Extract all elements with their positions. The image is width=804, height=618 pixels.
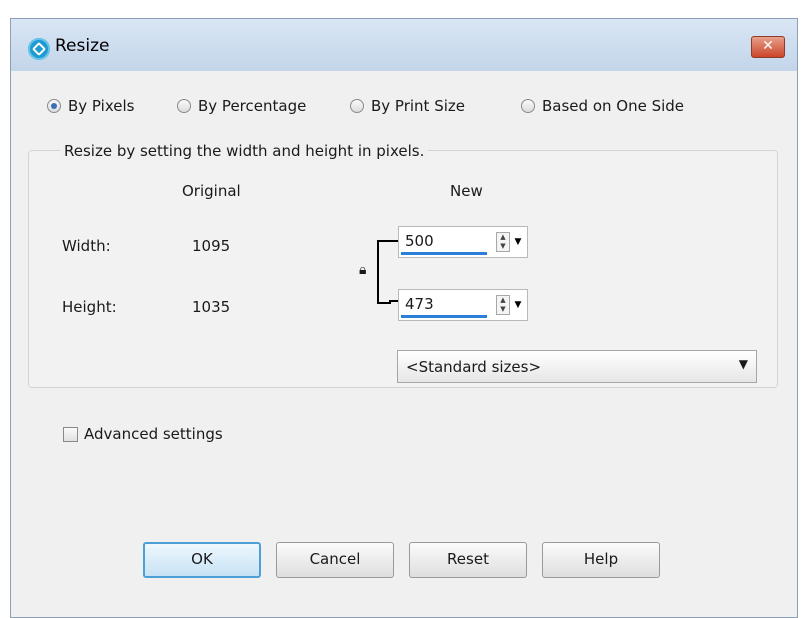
radio-dot-icon <box>350 99 364 113</box>
radio-dot-icon <box>47 99 61 113</box>
radio-by-percentage[interactable]: By Percentage <box>177 97 306 115</box>
title-bar: Resize ✕ <box>11 19 797 71</box>
dropdown-arrow-icon[interactable]: ▼ <box>512 232 524 252</box>
radio-label: By Percentage <box>198 97 307 115</box>
window-title: Resize <box>55 36 110 56</box>
height-progress-underline <box>401 315 487 318</box>
width-label: Width: <box>62 237 111 255</box>
reset-button[interactable]: Reset <box>409 542 527 578</box>
original-height-value: 1035 <box>192 298 231 316</box>
radio-by-print-size[interactable]: By Print Size <box>350 97 465 115</box>
ok-button[interactable]: OK <box>143 542 261 578</box>
height-label: Height: <box>62 298 117 316</box>
radio-by-pixels[interactable]: By Pixels <box>47 97 134 115</box>
spin-arrows-icon[interactable]: ▲ ▼ <box>496 295 510 315</box>
aspect-link-bracket <box>377 240 391 304</box>
radio-dot-icon <box>177 99 191 113</box>
height-spinbox[interactable]: 473 ▲ ▼ ▼ <box>398 289 528 321</box>
original-header: Original <box>182 182 241 200</box>
standard-sizes-value: <Standard sizes> <box>406 358 542 376</box>
width-progress-underline <box>401 252 487 255</box>
radio-label: By Print Size <box>371 97 465 115</box>
help-button[interactable]: Help <box>542 542 660 578</box>
width-spinbox[interactable]: 500 ▲ ▼ ▼ <box>398 226 528 258</box>
chevron-down-icon: ▼ <box>738 357 748 371</box>
new-header: New <box>450 182 483 200</box>
app-icon <box>28 38 50 60</box>
width-input[interactable]: 500 <box>405 232 434 250</box>
spin-arrows-icon[interactable]: ▲ ▼ <box>496 232 510 252</box>
close-button[interactable]: ✕ <box>751 36 785 58</box>
group-legend: Resize by setting the width and height i… <box>60 142 429 160</box>
advanced-settings-label: Advanced settings <box>84 425 223 443</box>
checkbox-icon[interactable] <box>63 426 78 442</box>
original-width-value: 1095 <box>192 237 231 255</box>
dropdown-arrow-icon[interactable]: ▼ <box>512 295 524 315</box>
radio-dot-icon <box>521 99 535 113</box>
radio-label: Based on One Side <box>542 97 685 115</box>
lock-icon[interactable]: 🔒︎ <box>359 262 372 278</box>
radio-based-on-one-side[interactable]: Based on One Side <box>521 97 684 115</box>
standard-sizes-select[interactable]: <Standard sizes> ▼ <box>397 350 757 383</box>
advanced-settings-checkbox[interactable]: Advanced settings <box>63 425 223 443</box>
radio-label: By Pixels <box>68 97 135 115</box>
height-input[interactable]: 473 <box>405 295 434 313</box>
cancel-button[interactable]: Cancel <box>276 542 394 578</box>
